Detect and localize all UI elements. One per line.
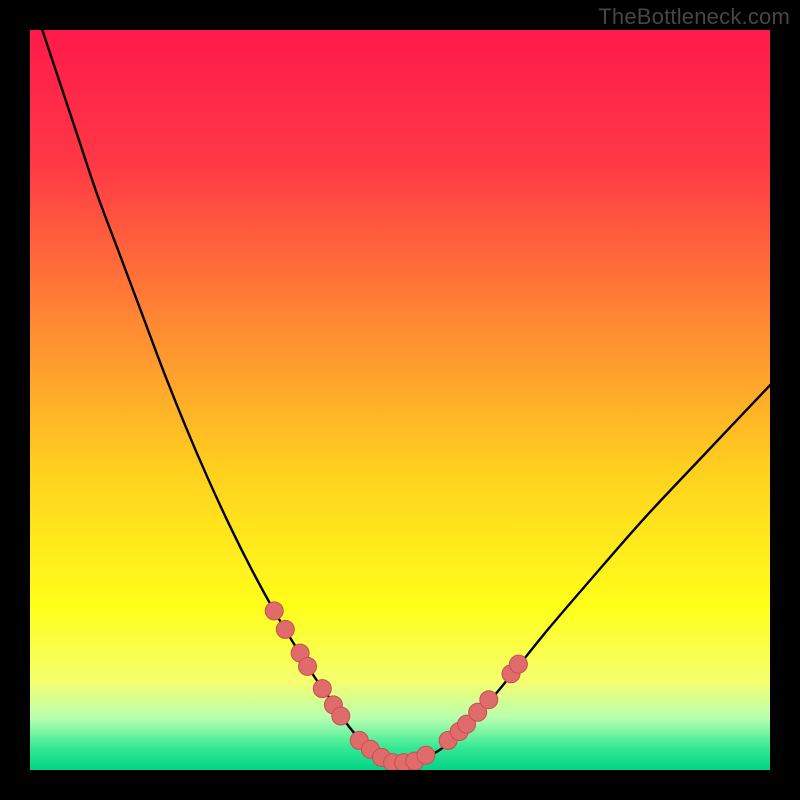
- curve-marker: [332, 707, 350, 725]
- curve-marker: [313, 680, 331, 698]
- plot-area: [30, 30, 770, 770]
- chart-frame: TheBottleneck.com: [0, 0, 800, 800]
- chart-background: [30, 30, 770, 770]
- chart-svg: [30, 30, 770, 770]
- watermark-text: TheBottleneck.com: [598, 4, 790, 30]
- curve-marker: [265, 602, 283, 620]
- curve-marker: [417, 746, 435, 764]
- curve-marker: [509, 655, 527, 673]
- curve-marker: [276, 620, 294, 638]
- curve-marker: [299, 657, 317, 675]
- curve-marker: [480, 691, 498, 709]
